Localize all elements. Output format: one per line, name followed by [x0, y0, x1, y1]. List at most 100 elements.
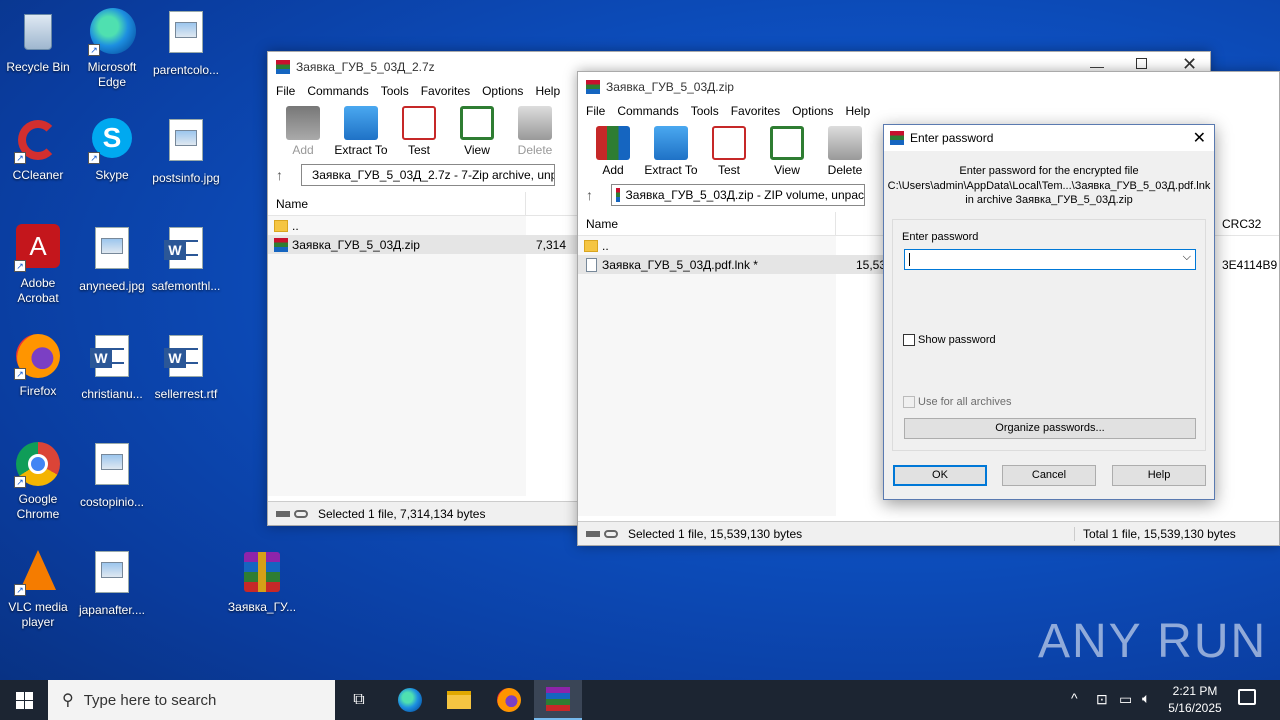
address-field[interactable]: Заявка_ГУВ_5_03Д_2.7z - 7-Zip archive, u… — [301, 164, 555, 186]
taskbar-edge[interactable] — [386, 680, 434, 720]
up-arrow-icon[interactable]: ↑ — [276, 167, 283, 183]
taskbar-firefox[interactable] — [485, 680, 533, 720]
address-field[interactable]: Заявка_ГУВ_5_03Д.zip - ZIP volume, unpac — [611, 184, 865, 206]
desktop-icon-ccleaner[interactable]: ↗ CCleaner — [0, 116, 76, 183]
menu-tools[interactable]: Tools — [377, 82, 417, 102]
desktop-icon-costopinio[interactable]: costopinio... — [74, 440, 150, 510]
add-button[interactable]: Add — [584, 122, 642, 182]
add-button[interactable]: Add — [274, 102, 332, 162]
desktop-icon-recycle-bin[interactable]: Recycle Bin — [0, 8, 76, 75]
desktop-icon-japanafter[interactable]: japanafter.... — [74, 548, 150, 618]
archive-icon — [616, 188, 620, 202]
search-box[interactable]: ⚲ Type here to search — [48, 680, 335, 720]
desktop-icon-postsinfo[interactable]: postsinfo.jpg — [148, 116, 224, 186]
ok-button[interactable]: OK — [893, 465, 987, 486]
chevron-up-icon[interactable]: ^ — [1071, 690, 1078, 706]
delete-button[interactable]: Delete — [816, 122, 874, 182]
window-titlebar[interactable]: Заявка_ГУВ_5_03Д.zip — [578, 72, 1279, 102]
menu-favorites[interactable]: Favorites — [417, 82, 478, 102]
column-name[interactable]: Name — [268, 192, 526, 215]
image-file-icon — [88, 551, 136, 599]
list-item[interactable]: Заявка_ГУВ_5_03Д.zip 7,314 — [268, 235, 578, 254]
desktop-icon-parentcolo[interactable]: parentcolo... — [148, 8, 224, 78]
close-icon[interactable]: ✕ — [1193, 128, 1206, 148]
delete-button[interactable]: Delete — [506, 102, 564, 162]
cancel-button[interactable]: Cancel — [1002, 465, 1096, 486]
taskbar-winrar[interactable] — [534, 680, 582, 720]
help-button[interactable]: Help — [1112, 465, 1206, 486]
text-cursor — [909, 253, 910, 266]
test-button[interactable]: Test — [700, 122, 758, 182]
chrome-icon: ↗ — [14, 440, 62, 488]
desktop-icon-anyneed[interactable]: anyneed.jpg — [74, 224, 150, 294]
use-for-all-label: Use for all archives — [918, 396, 1012, 408]
task-view-button[interactable]: ⧉ — [335, 680, 383, 720]
dialog-titlebar[interactable]: Enter password ✕ — [884, 125, 1214, 151]
image-file-icon — [88, 227, 136, 275]
search-icon: ⚲ — [62, 692, 74, 709]
firefox-icon — [497, 688, 521, 712]
password-label: Enter password — [902, 231, 979, 243]
desktop-icon-safemonthl[interactable]: W safemonthl... — [148, 224, 224, 294]
chevron-down-icon[interactable]: ⌵ — [1183, 251, 1191, 264]
desktop-icon-archive[interactable]: Заявка_ГУ... — [224, 548, 300, 615]
enter-password-dialog[interactable]: Enter password ✕ Enter password for the … — [883, 124, 1215, 500]
word-file-icon: W — [162, 227, 210, 275]
taskbar-file-explorer[interactable] — [435, 680, 483, 720]
organize-passwords-button[interactable]: Organize passwords... — [904, 418, 1196, 439]
desktop-icon-christianu[interactable]: W christianu... — [74, 332, 150, 402]
desktop-icon-skype[interactable]: S ↗ Skype — [74, 116, 150, 183]
menu-tools[interactable]: Tools — [687, 102, 727, 122]
image-file-icon — [162, 119, 210, 167]
menu-help[interactable]: Help — [531, 82, 568, 102]
extract-to-button[interactable]: Extract To — [642, 122, 700, 182]
menu-help[interactable]: Help — [841, 102, 878, 122]
task-view-icon: ⧉ — [353, 691, 365, 708]
desktop-icon-adobe-acrobat[interactable]: A ↗ Adobe Acrobat — [0, 224, 76, 306]
notification-icon[interactable] — [1238, 689, 1256, 705]
menu-file[interactable]: File — [272, 82, 303, 102]
menu-commands[interactable]: Commands — [613, 102, 686, 122]
clock-date: 5/16/2025 — [1168, 701, 1222, 715]
add-icon — [596, 126, 630, 160]
menu-options[interactable]: Options — [478, 82, 531, 102]
network-icon[interactable]: ⊡ — [1096, 691, 1108, 708]
desktop-icon-vlc[interactable]: ↗ VLC media player — [0, 548, 76, 630]
recycle-bin-icon — [14, 8, 62, 56]
test-icon — [402, 106, 436, 140]
show-password-label: Show password — [918, 334, 996, 346]
menu-bar: File Commands Tools Favorites Options He… — [578, 102, 1279, 122]
menu-options[interactable]: Options — [788, 102, 841, 122]
volume-icon[interactable]: 🔈︎ — [1142, 690, 1150, 707]
column-name[interactable]: Name — [578, 212, 836, 235]
desktop-icon-sellerrest[interactable]: W sellerrest.rtf — [148, 332, 224, 402]
folder-icon — [584, 239, 598, 252]
crc-value: 3E4114B9 — [1222, 258, 1278, 272]
show-password-checkbox[interactable] — [903, 334, 915, 346]
menu-favorites[interactable]: Favorites — [727, 102, 788, 122]
use-for-all-checkbox[interactable] — [903, 396, 915, 408]
password-input[interactable]: ⌵ — [904, 249, 1196, 270]
desktop-icon-microsoft-edge[interactable]: ↗ Microsoft Edge — [74, 8, 150, 90]
desktop-icon-firefox[interactable]: ↗ Firefox — [0, 332, 76, 399]
test-button[interactable]: Test — [390, 102, 448, 162]
menu-file[interactable]: File — [582, 102, 613, 122]
shortcut-file-icon — [586, 257, 597, 272]
test-icon — [712, 126, 746, 160]
list-item[interactable]: Заявка_ГУВ_5_03Д.pdf.lnk * 15,53 — [578, 255, 888, 274]
clock[interactable]: 2:21 PM 5/16/2025 — [1164, 683, 1226, 717]
up-arrow-icon[interactable]: ↑ — [586, 187, 593, 203]
menu-commands[interactable]: Commands — [303, 82, 376, 102]
view-button[interactable]: View — [448, 102, 506, 162]
maximize-icon[interactable] — [1136, 58, 1147, 69]
folder-icon — [654, 126, 688, 160]
desktop-icon-google-chrome[interactable]: ↗ Google Chrome — [0, 440, 76, 522]
dialog-title: Enter password — [910, 131, 994, 145]
trash-icon — [828, 126, 862, 160]
display-icon[interactable]: ▭ — [1119, 691, 1132, 708]
extract-to-button[interactable]: Extract To — [332, 102, 390, 162]
folder-icon — [274, 219, 288, 232]
start-button[interactable] — [0, 680, 48, 720]
view-button[interactable]: View — [758, 122, 816, 182]
column-crc32[interactable]: CRC32 — [1222, 217, 1261, 231]
